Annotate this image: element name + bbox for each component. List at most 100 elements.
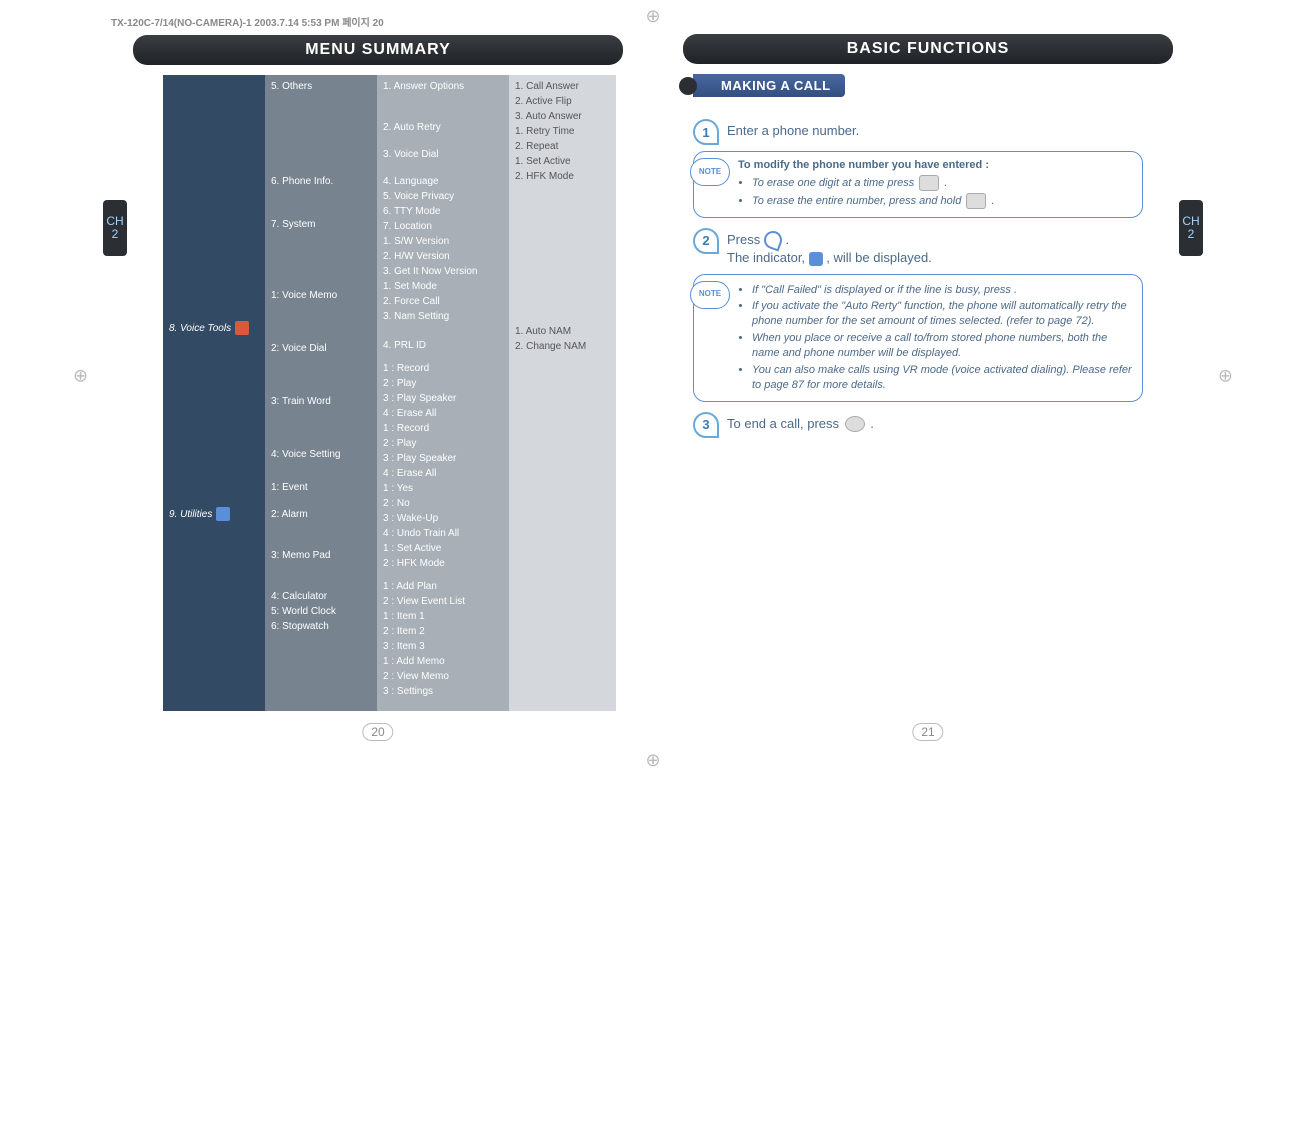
crop-mark-bottom: ⊕ [645,750,660,771]
left-page-number: 20 [362,723,393,741]
left-page: TX-120C-7/14(NO-CAMERA)-1 2003.7.14 5:53… [103,10,653,741]
note-badge-icon-2: NOTE [690,281,730,309]
clr-key-icon [919,175,939,191]
menu-cell: 2 : HFK Mode [383,556,503,571]
menu-cell: 4: Calculator [271,589,371,604]
menu-cell: 1 : Add Memo [383,654,503,669]
menu-cell: 4. Language [383,174,503,189]
menu-cell: 2: Alarm [271,507,371,522]
menu-cell: 2. Active Flip [515,94,610,109]
step-3-text: To end a call, press . [727,412,874,433]
ch-num: 2 [112,228,119,241]
menu-cell: 5: World Clock [271,604,371,619]
note2-bullet: If you activate the "Auto Rerty" functio… [752,299,1132,329]
menu-cell: 5. Voice Privacy [383,189,503,204]
step-3: 3 To end a call, press . [693,412,1143,438]
menu-summary-table: 8. Voice Tools9. Utilities 5. Others 6. P… [163,75,623,711]
menu-cell: 7. System [271,217,371,232]
menu-col-detail: 1. Call Answer2. Active Flip3. Auto Answ… [509,75,616,711]
note-box-1: NOTE To modify the phone number you have… [693,151,1143,218]
step-1: 1 Enter a phone number. [693,119,1143,145]
menu-cell: 1 : Set Active [383,541,503,556]
note2-bullet: When you place or receive a call to/from… [752,331,1132,361]
menu-cell: 1: Voice Memo [271,288,371,303]
menu-cell: 2. Auto Retry [383,120,503,135]
menu-cell: 5. Others [271,79,371,94]
menu-cell: 2. Force Call [383,294,503,309]
menu-cell: 3. Voice Dial [383,147,503,162]
menu-cell: 1 : Record [383,361,503,376]
menu-cell: 2. H/W Version [383,249,503,264]
menu-cell: 2 : View Event List [383,594,503,609]
menu-cell: 1 : Add Plan [383,579,503,594]
call-indicator-icon [809,252,823,266]
menu-cell: 2 : Play [383,376,503,391]
menu-col-category: 8. Voice Tools9. Utilities [163,75,265,711]
menu-cell: 4 : Erase All [383,406,503,421]
right-page-title: BASIC FUNCTIONS [683,34,1173,64]
crop-mark-right: ⊕ [1218,365,1233,386]
clr-key-icon-2 [966,193,986,209]
right-page: BASIC FUNCTIONS CH 2 MAKING A CALL 1 Ent… [653,10,1203,741]
step-2-text: Press . The indicator, , will be display… [727,228,932,268]
menu-cell: 4 : Erase All [383,466,503,481]
menu-cell: 1 : Yes [383,481,503,496]
menu-cell: 2. Change NAM [515,339,610,354]
menu-cell: 1. S/W Version [383,234,503,249]
menu-cell: 7. Location [383,219,503,234]
menu-cell: 1. Call Answer [515,79,610,94]
step-1-text: Enter a phone number. [727,119,859,140]
category-icon [235,321,249,335]
step-1-number: 1 [693,119,719,145]
category-icon [216,507,230,521]
menu-cell: 3: Memo Pad [271,548,371,563]
note2-bullet: You can also make calls using VR mode (v… [752,363,1132,393]
step-2-number: 2 [693,228,719,254]
chapter-tab-right: CH 2 [1179,200,1203,256]
menu-cell: 3 : Play Speaker [383,391,503,406]
menu-cell: 4 : Undo Train All [383,526,503,541]
note1-bullet-1: To erase one digit at a time press . [752,175,1132,191]
running-header: TX-120C-7/14(NO-CAMERA)-1 2003.7.14 5:53… [111,14,653,29]
menu-cell: 2 : View Memo [383,669,503,684]
menu-cell: 2: Voice Dial [271,341,371,356]
menu-cell: 1. Set Active [515,154,610,169]
menu-cell: 3 : Settings [383,684,503,699]
left-page-title: MENU SUMMARY [133,35,623,65]
menu-cell: 6. Phone Info. [271,174,371,189]
menu-cell: 4: Voice Setting [271,447,371,462]
step-2: 2 Press . The indicator, , will be displ… [693,228,1143,268]
menu-cell: 2 : Item 2 [383,624,503,639]
menu-cell: 3 : Wake-Up [383,511,503,526]
menu-cell: 3. Auto Answer [515,109,610,124]
menu-cell: 2 : Play [383,436,503,451]
menu-col-item: 5. Others 6. Phone Info. 7. System 1: Voice… [265,75,377,711]
menu-col-sub: 1. Answer Options 2. Auto Retry 3. Voice D… [377,75,509,711]
step-3-number: 3 [693,412,719,438]
menu-cell: 1 : Item 1 [383,609,503,624]
menu-cell: 3 : Item 3 [383,639,503,654]
note-box-2: NOTE If "Call Failed" is displayed or if… [693,274,1143,402]
menu-cell: 3. Get It Now Version [383,264,503,279]
chapter-tab-left: CH 2 [103,200,127,256]
menu-cell: 2 : No [383,496,503,511]
right-content: MAKING A CALL 1 Enter a phone number. NO… [693,74,1143,438]
menu-cell: 1. Auto NAM [515,324,610,339]
crop-mark-left: ⊕ [73,365,88,386]
note2-bullet: If "Call Failed" is displayed or if the … [752,283,1132,298]
menu-cell: 1. Set Mode [383,279,503,294]
note1-bullet-2: To erase the entire number, press and ho… [752,193,1132,209]
right-page-number: 21 [912,723,943,741]
menu-category: 8. Voice Tools [169,321,259,335]
menu-cell: 1. Retry Time [515,124,610,139]
menu-cell: 2. HFK Mode [515,169,610,184]
note-badge-icon: NOTE [690,158,730,186]
section-heading: MAKING A CALL [693,74,845,97]
ch-num-r: 2 [1188,228,1195,241]
end-key-icon [845,416,865,432]
menu-cell: 1. Answer Options [383,79,503,94]
menu-cell: 3. Nam Setting [383,309,503,324]
menu-cell: 3: Train Word [271,394,371,409]
menu-cell: 4. PRL ID [383,338,503,353]
menu-cell: 3 : Play Speaker [383,451,503,466]
